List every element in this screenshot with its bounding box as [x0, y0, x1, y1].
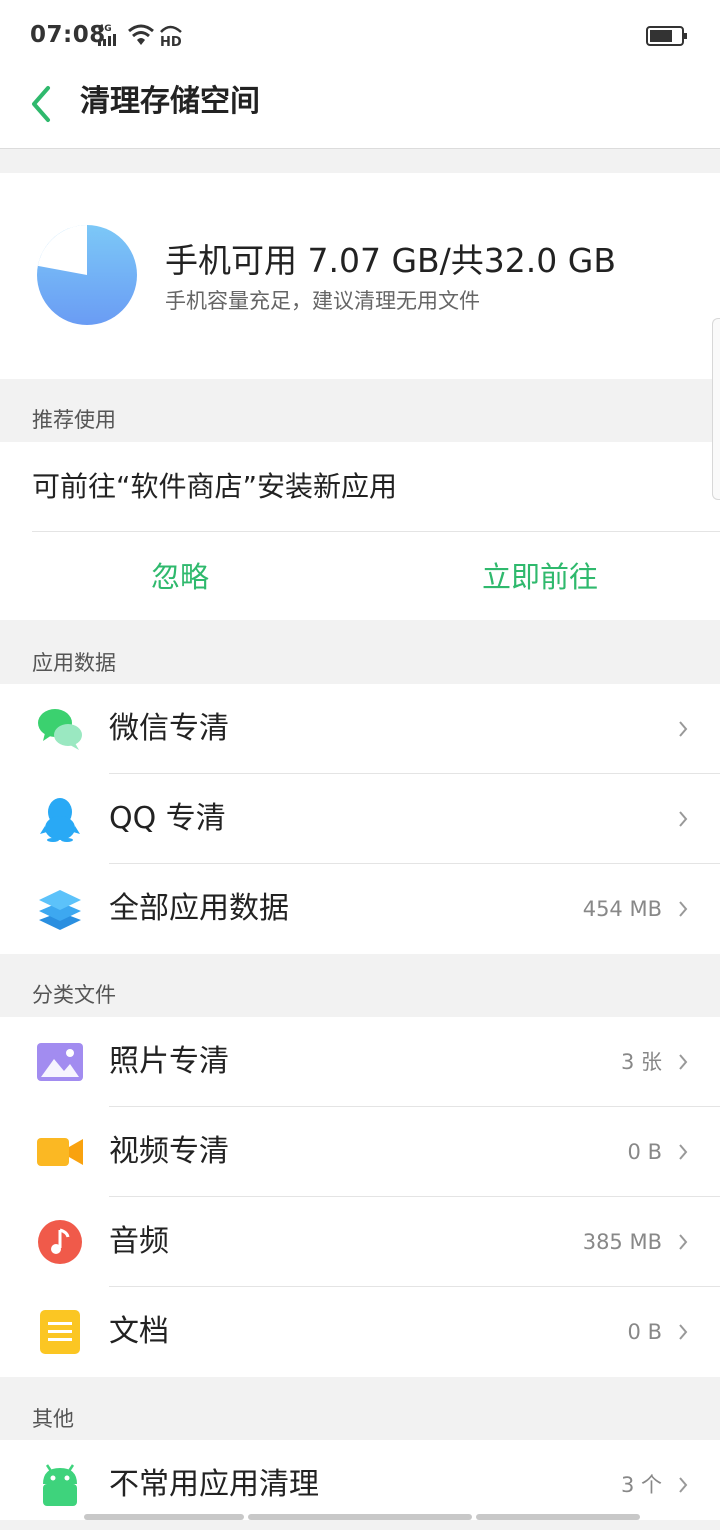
list-item-label: 照片专清 — [109, 1044, 229, 1079]
list-item-value: 3 张 — [620, 1050, 662, 1074]
hd-icon: HD — [160, 25, 182, 48]
list-item-value: 3 个 — [620, 1473, 662, 1497]
list-item-documents[interactable]: 文档 0 B — [0, 1287, 720, 1377]
list-item-qq-clean[interactable]: QQ 专清 — [0, 774, 720, 864]
list-item-value: 385 MB — [582, 1230, 662, 1254]
back-button[interactable] — [28, 84, 54, 124]
chevron-right-icon — [679, 1477, 688, 1493]
divider — [32, 531, 720, 532]
ignore-button[interactable]: 忽略 — [100, 555, 260, 599]
network-type: 4G — [98, 24, 112, 34]
clock: 07:08 — [30, 22, 106, 48]
storage-pie-chart — [37, 225, 137, 325]
wechat-icon — [38, 709, 82, 750]
list-item-all-app-data[interactable]: 全部应用数据 454 MB — [0, 864, 720, 954]
list-item-audio[interactable]: 音频 385 MB — [0, 1197, 720, 1287]
list-item-label: 微信专清 — [109, 711, 229, 746]
list-item-value: 0 B — [627, 1140, 662, 1164]
edge-panel-handle[interactable] — [712, 318, 720, 500]
section-title-recommend: 推荐使用 — [32, 408, 116, 432]
app-header: 清理存储空间 — [0, 74, 720, 149]
chevron-right-icon — [679, 1144, 688, 1160]
list-item-photo-clean[interactable]: 照片专清 3 张 — [0, 1017, 720, 1107]
battery-icon — [646, 26, 687, 46]
list-item-label: 文档 — [109, 1314, 169, 1349]
layers-icon — [39, 890, 81, 930]
android-icon — [43, 1464, 77, 1506]
section-title-app-data: 应用数据 — [32, 651, 116, 675]
storage-summary-text: 手机可用 7.07 GB/共32.0 GB — [165, 241, 616, 280]
list-item-value: 454 MB — [582, 897, 662, 921]
storage-summary-card: 手机可用 7.07 GB/共32.0 GB 手机容量充足，建议清理无用文件 — [0, 173, 720, 379]
section-title-categories: 分类文件 — [32, 983, 116, 1007]
svg-text:HD: HD — [160, 35, 182, 48]
recommend-message: 可前往“软件商店”安装新应用 — [32, 470, 398, 503]
list-item-value: 0 B — [627, 1320, 662, 1344]
section-title-other: 其他 — [32, 1407, 74, 1431]
list-item-wechat-clean[interactable]: 微信专清 — [0, 684, 720, 774]
storage-hint-text: 手机容量充足，建议清理无用文件 — [165, 289, 480, 313]
wifi-icon — [128, 24, 154, 45]
list-item-video-clean[interactable]: 视频专清 0 B — [0, 1107, 720, 1197]
photo-icon — [37, 1043, 83, 1081]
navigation-gesture-bar[interactable] — [84, 1514, 640, 1520]
qq-icon — [40, 798, 80, 842]
page-title: 清理存储空间 — [80, 84, 260, 119]
list-item-label: 视频专清 — [109, 1134, 229, 1169]
list-item-label: 全部应用数据 — [109, 891, 289, 926]
music-icon — [38, 1220, 82, 1264]
chevron-right-icon — [679, 721, 688, 737]
go-now-button[interactable]: 立即前往 — [440, 555, 640, 599]
list-item-label: 不常用应用清理 — [109, 1467, 319, 1502]
list-item-label: QQ 专清 — [109, 801, 226, 836]
chevron-right-icon — [679, 901, 688, 917]
chevron-right-icon — [679, 811, 688, 827]
video-icon — [37, 1138, 83, 1166]
chevron-right-icon — [679, 1234, 688, 1250]
document-icon — [40, 1310, 80, 1354]
chevron-right-icon — [679, 1324, 688, 1340]
status-bar: 07:08 4G HD — [0, 0, 720, 74]
signal-icon — [98, 34, 116, 46]
chevron-right-icon — [679, 1054, 688, 1070]
list-item-label: 音频 — [109, 1224, 169, 1259]
